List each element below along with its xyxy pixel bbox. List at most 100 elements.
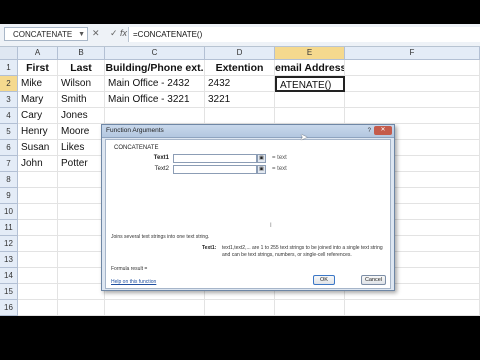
- cancel-button[interactable]: Cancel: [361, 275, 386, 285]
- arg-description: text1,text2,... are 1 to 255 text string…: [222, 245, 383, 258]
- help-link[interactable]: Help on this function: [111, 279, 156, 285]
- table-cell[interactable]: [58, 300, 105, 316]
- table-cell[interactable]: Wilson: [58, 76, 105, 92]
- table-cell[interactable]: [58, 220, 105, 236]
- row-header-13[interactable]: 13: [0, 252, 18, 268]
- arg-result-text1: = text: [272, 155, 287, 161]
- header-cell[interactable]: First: [18, 60, 58, 76]
- table-cell[interactable]: [345, 92, 480, 108]
- table-cell[interactable]: 3221: [205, 92, 275, 108]
- table-cell[interactable]: [275, 300, 345, 316]
- table-cell[interactable]: [58, 284, 105, 300]
- table-cell[interactable]: [58, 204, 105, 220]
- row-header-5[interactable]: 5: [0, 124, 18, 140]
- table-cell[interactable]: Main Office - 2432: [105, 76, 205, 92]
- table-cell[interactable]: [18, 268, 58, 284]
- table-cell[interactable]: Moore: [58, 124, 105, 140]
- row-header-2[interactable]: 2: [0, 76, 18, 92]
- table-cell[interactable]: [205, 108, 275, 124]
- header-cell[interactable]: Last: [58, 60, 105, 76]
- table-cell[interactable]: [58, 252, 105, 268]
- table-cell[interactable]: Henry: [18, 124, 58, 140]
- column-header-c[interactable]: C: [105, 46, 205, 60]
- text1-input[interactable]: [173, 154, 257, 163]
- function-description: Joins several text strings into one text…: [111, 234, 210, 240]
- row-header-15[interactable]: 15: [0, 284, 18, 300]
- table-cell[interactable]: [18, 300, 58, 316]
- row-header-9[interactable]: 9: [0, 188, 18, 204]
- table-cell[interactable]: ATENATE(): [275, 76, 345, 92]
- ok-button[interactable]: OK: [313, 275, 335, 285]
- row-header-10[interactable]: 10: [0, 204, 18, 220]
- table-cell[interactable]: Likes: [58, 140, 105, 156]
- row-header-4[interactable]: 4: [0, 108, 18, 124]
- formula-input[interactable]: =CONCATENATE(): [128, 27, 480, 42]
- row-header-12[interactable]: 12: [0, 236, 18, 252]
- header-cell[interactable]: [345, 60, 480, 76]
- arg-label-text2: Text2: [154, 166, 169, 172]
- table-cell[interactable]: Smith: [58, 92, 105, 108]
- table-cell[interactable]: [345, 76, 480, 92]
- table-cell[interactable]: [345, 108, 480, 124]
- table-cell[interactable]: [275, 92, 345, 108]
- row-header-3[interactable]: 3: [0, 92, 18, 108]
- table-cell[interactable]: Cary: [18, 108, 58, 124]
- table-cell[interactable]: Main Office - 3221: [105, 92, 205, 108]
- table-cell[interactable]: [58, 268, 105, 284]
- row-header-8[interactable]: 8: [0, 172, 18, 188]
- row-header-7[interactable]: 7: [0, 156, 18, 172]
- formula-buttons[interactable]: ✕ ✓: [92, 28, 122, 39]
- function-name: CONCATENATE: [114, 145, 159, 151]
- table-cell[interactable]: [18, 204, 58, 220]
- header-cell[interactable]: Building/Phone ext.: [105, 60, 205, 76]
- table-cell[interactable]: Potter: [58, 156, 105, 172]
- table-cell[interactable]: [275, 108, 345, 124]
- row-header-6[interactable]: 6: [0, 140, 18, 156]
- table-cell[interactable]: Mary: [18, 92, 58, 108]
- table-cell[interactable]: [105, 300, 205, 316]
- dialog-title-bar[interactable]: Function Arguments ? ✕: [102, 125, 394, 138]
- fx-icon[interactable]: fx: [120, 28, 127, 38]
- table-cell[interactable]: [58, 236, 105, 252]
- column-header-f[interactable]: F: [345, 46, 480, 60]
- table-cell[interactable]: [18, 188, 58, 204]
- collapse-dialog-icon[interactable]: ▣: [257, 154, 266, 163]
- table-cell[interactable]: [18, 252, 58, 268]
- column-header-e[interactable]: E: [275, 46, 345, 60]
- dialog-body: CONCATENATE Text1 ▣ = text Text2 ▣ = tex…: [105, 139, 391, 289]
- select-all-corner[interactable]: [0, 46, 18, 60]
- table-cell[interactable]: Susan: [18, 140, 58, 156]
- arg-result-text2: = text: [272, 166, 287, 172]
- column-header-a[interactable]: A: [18, 46, 58, 60]
- table-cell[interactable]: John: [18, 156, 58, 172]
- header-cell[interactable]: Extention: [205, 60, 275, 76]
- table-cell[interactable]: [18, 172, 58, 188]
- table-cell[interactable]: [205, 300, 275, 316]
- close-icon[interactable]: ✕: [374, 126, 392, 135]
- table-cell[interactable]: [18, 236, 58, 252]
- table-cell[interactable]: [18, 220, 58, 236]
- row-header-1[interactable]: 1: [0, 60, 18, 76]
- row-header-11[interactable]: 11: [0, 220, 18, 236]
- dialog-title: Function Arguments: [106, 127, 164, 134]
- text2-input[interactable]: [173, 165, 257, 174]
- table-cell[interactable]: Jones: [58, 108, 105, 124]
- table-cell[interactable]: [58, 188, 105, 204]
- collapse-dialog-icon[interactable]: ▣: [257, 165, 266, 174]
- table-cell[interactable]: [345, 300, 480, 316]
- table-cell[interactable]: [105, 108, 205, 124]
- table-cell[interactable]: [58, 172, 105, 188]
- help-icon[interactable]: ?: [368, 126, 371, 136]
- arg-description-label: Text1:: [202, 245, 217, 251]
- column-header-d[interactable]: D: [205, 46, 275, 60]
- table-cell[interactable]: 2432: [205, 76, 275, 92]
- chevron-down-icon[interactable]: ▼: [78, 28, 85, 42]
- table-cell[interactable]: Mike: [18, 76, 58, 92]
- row-header-14[interactable]: 14: [0, 268, 18, 284]
- name-box[interactable]: CONCATENATE ▼: [4, 27, 88, 41]
- formula-result: Formula result =: [111, 266, 148, 272]
- row-header-16[interactable]: 16: [0, 300, 18, 316]
- table-cell[interactable]: [18, 284, 58, 300]
- column-header-b[interactable]: B: [58, 46, 105, 60]
- header-cell[interactable]: email Address: [275, 60, 345, 76]
